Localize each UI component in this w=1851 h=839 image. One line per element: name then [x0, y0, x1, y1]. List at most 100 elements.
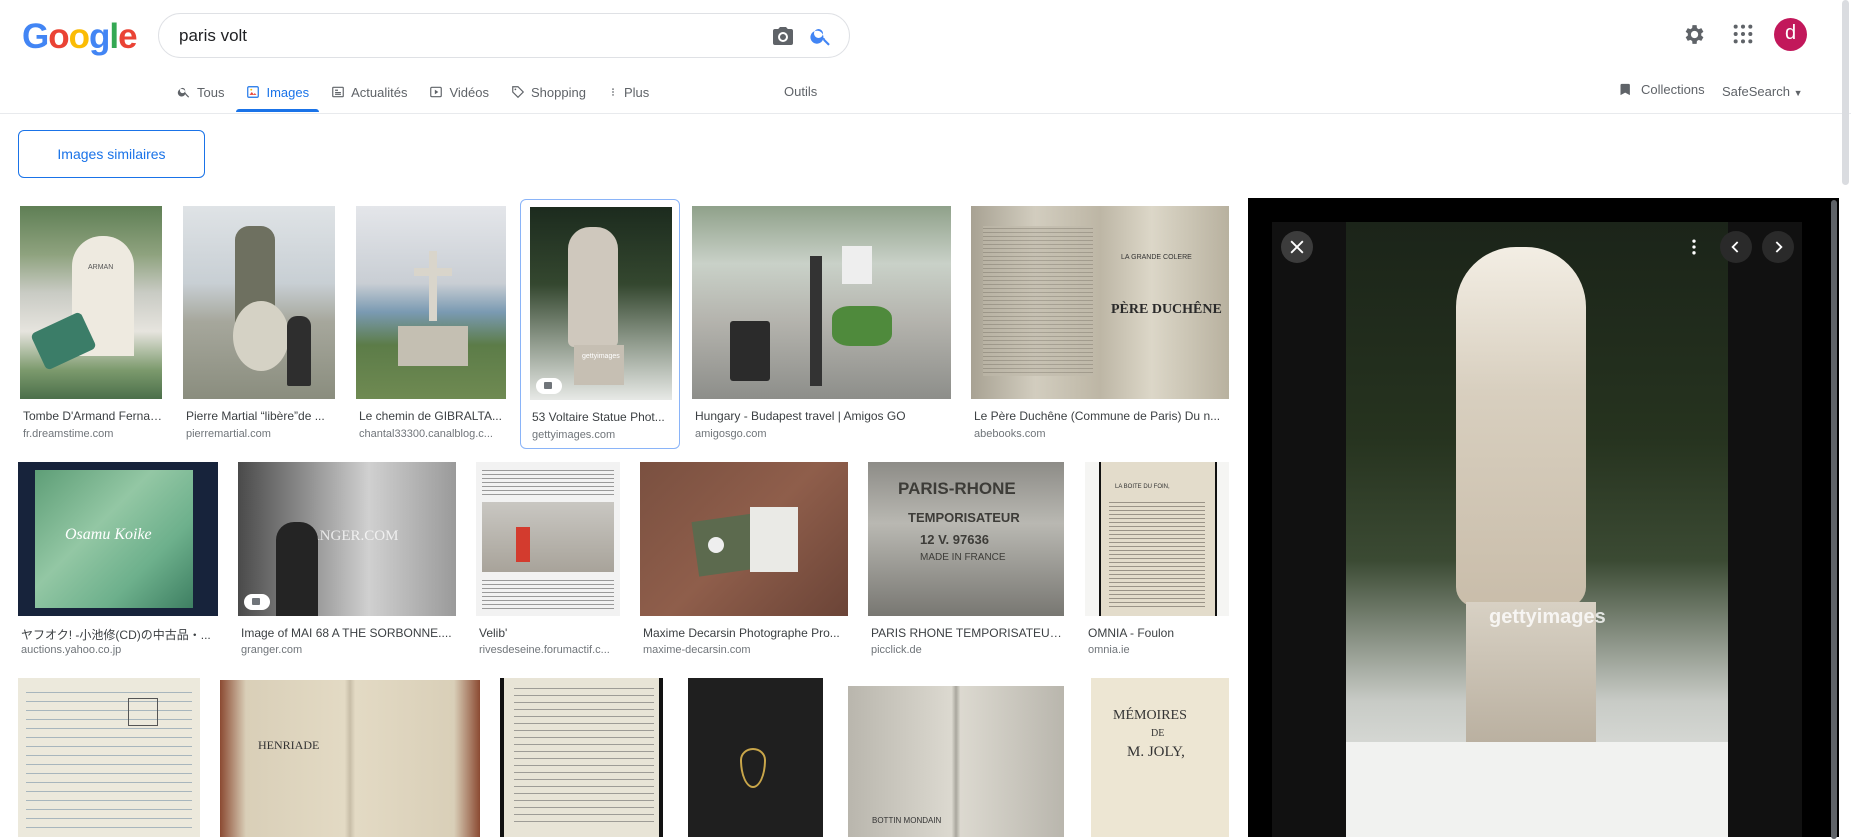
memoires-author: M. JOLY,	[1127, 744, 1185, 760]
result-thumbnail	[640, 462, 848, 616]
result-thumbnail	[183, 206, 335, 399]
gear-icon[interactable]	[1681, 22, 1706, 47]
result-card[interactable]: PARIS-RHONE TEMPORISATEUR 12 V. 97636 MA…	[868, 462, 1064, 662]
search-input[interactable]	[179, 25, 719, 47]
result-source: fr.dreamstime.com	[23, 428, 114, 440]
text-lines	[1109, 500, 1205, 610]
result-card[interactable]: GRANGER.COM Image of MAI 68 A THE SORBON…	[238, 462, 456, 662]
result-thumbnail: LA BOITE DU FOIN,	[1085, 462, 1229, 616]
result-source: rivesdeseine.forumactif.c...	[479, 644, 610, 656]
result-card[interactable]: Osamu Koike ヤフオク! -小池修(CD)の中古品・... aucti…	[18, 462, 218, 662]
result-thumbnail	[500, 678, 663, 837]
result-card[interactable]: LA GRANDE COLERE PÈRE DUCHÊNE Le Père Du…	[971, 206, 1229, 446]
safesearch-dropdown[interactable]: SafeSearch ▼	[1722, 84, 1802, 99]
avatar[interactable]: d	[1774, 18, 1807, 51]
outils-button[interactable]: Outils	[784, 84, 817, 99]
tab-label: Tous	[197, 84, 225, 100]
close-preview-button[interactable]	[1281, 231, 1313, 263]
result-card[interactable]	[500, 678, 663, 837]
tab-actualites[interactable]: Actualités	[331, 80, 407, 104]
flowers-shape	[832, 306, 892, 346]
cross-shape	[414, 268, 452, 276]
street-photo	[482, 502, 614, 572]
page-scrollbar[interactable]	[1842, 0, 1849, 185]
search-tabs: Tous Images Actualités Vidéos Shopping P…	[177, 80, 671, 112]
preview-scrollbar[interactable]	[1831, 200, 1837, 839]
tab-tous[interactable]: Tous	[177, 80, 224, 104]
page-heading: LA BOITE DU FOIN,	[1115, 484, 1170, 490]
apps-grid-icon[interactable]	[1732, 23, 1754, 45]
post-shape	[810, 256, 822, 386]
result-card[interactable]: MÉMOIRES DE M. JOLY,	[1091, 678, 1229, 837]
plate-line-4: MADE IN FRANCE	[920, 552, 1006, 563]
camera-icon[interactable]	[771, 24, 795, 48]
result-card[interactable]: Hungary - Budapest travel | Amigos GO am…	[692, 206, 951, 446]
video-icon	[430, 86, 443, 98]
close-icon	[1290, 240, 1304, 254]
person-shape	[276, 522, 318, 616]
next-image-button[interactable]	[1762, 231, 1794, 263]
getty-watermark: gettyimages	[582, 353, 620, 360]
plate-line-3: 12 V. 97636	[920, 532, 989, 547]
result-source: pierremartial.com	[186, 428, 271, 440]
result-source: gettyimages.com	[532, 429, 616, 441]
handwriting-lines	[514, 688, 654, 828]
duchene-title: PÈRE DUCHÊNE	[1111, 302, 1222, 317]
collections-button[interactable]: Collections	[1618, 82, 1705, 97]
result-title: Le Père Duchêne (Commune de Paris) Du n.…	[974, 409, 1221, 423]
result-title: PARIS RHONE TEMPORISATEUR...	[871, 626, 1063, 640]
plate-line-2: TEMPORISATEUR	[908, 510, 1020, 525]
book-text-lines	[983, 226, 1093, 376]
result-thumbnail	[688, 678, 823, 837]
tab-label: Plus	[623, 84, 650, 100]
tab-videos[interactable]: Vidéos	[429, 80, 489, 104]
statue-shape	[568, 227, 618, 347]
similar-images-button[interactable]: Images similaires	[18, 130, 205, 178]
result-thumbnail: Osamu Koike	[18, 462, 218, 616]
result-thumbnail	[692, 206, 951, 399]
result-thumbnail: MÉMOIRES DE M. JOLY,	[1091, 678, 1229, 837]
snow-ground	[1346, 742, 1728, 837]
result-card[interactable]: LA BOITE DU FOIN, OMNIA - Foulon omnia.i…	[1085, 462, 1229, 662]
result-card[interactable]	[18, 678, 200, 837]
result-card[interactable]: HENRIADE	[220, 680, 480, 837]
text-lines	[482, 578, 614, 612]
result-card[interactable]: Le chemin de GIBRALTA... chantal33300.ca…	[356, 206, 506, 446]
plate-line-1: PARIS-RHONE	[898, 479, 1016, 498]
search-icon[interactable]	[809, 24, 833, 48]
duchene-heading: LA GRANDE COLERE	[1121, 254, 1192, 261]
result-card[interactable]: Pierre Martial “libère”de ... pierremart…	[183, 206, 335, 446]
result-thumbnail	[18, 678, 200, 837]
tab-shopping[interactable]: Shopping	[511, 80, 586, 104]
result-card[interactable]: gettyimages 53 Voltaire Statue Phot... g…	[520, 199, 680, 449]
sign-shape	[842, 246, 872, 284]
preview-image[interactable]: gettyimages	[1346, 222, 1728, 837]
result-card[interactable]: Velib' rivesdeseine.forumactif.c...	[476, 462, 620, 662]
result-card[interactable]: BOTTIN MONDAIN	[848, 686, 1064, 837]
result-source: omnia.ie	[1088, 644, 1130, 656]
tab-images[interactable]: Images	[236, 80, 319, 112]
result-source: picclick.de	[871, 644, 922, 656]
bookmark-collection-icon	[1620, 83, 1630, 96]
more-options-button[interactable]	[1678, 231, 1710, 263]
previous-image-button[interactable]	[1720, 231, 1752, 263]
memoires-de: DE	[1151, 728, 1165, 739]
result-title: 53 Voltaire Statue Phot...	[532, 410, 665, 424]
result-card[interactable]	[688, 678, 823, 837]
result-source: abebooks.com	[974, 428, 1046, 440]
result-thumbnail: HENRIADE	[220, 680, 480, 837]
result-card[interactable]: Maxime Decarsin Photographe Pro... maxim…	[640, 462, 848, 662]
tab-plus[interactable]: Plus	[608, 80, 649, 104]
emblem-shape	[740, 748, 766, 788]
result-source: chantal33300.canalblog.c...	[359, 428, 493, 440]
search-box	[158, 13, 850, 58]
caret-down-icon: ▼	[1793, 88, 1803, 98]
result-title: Le chemin de GIBRALTA...	[359, 409, 502, 423]
invoice-lines	[26, 686, 192, 836]
tomb-text: ARMAN	[88, 264, 114, 271]
result-card[interactable]: ARMAN Tombe D'Armand Fernan... fr.dreams…	[20, 206, 163, 446]
image-preview-panel: gettyimages	[1248, 198, 1839, 837]
result-title: Image of MAI 68 A THE SORBONNE....	[241, 626, 452, 640]
google-logo[interactable]: Google	[22, 17, 138, 57]
more-vert-icon	[612, 88, 614, 96]
